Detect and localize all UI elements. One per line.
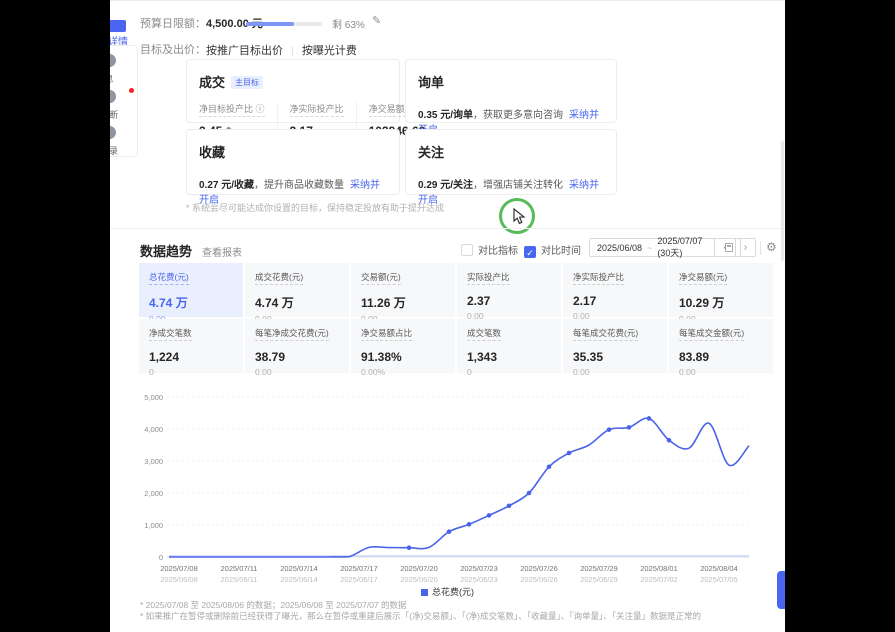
tile-net-actual-roi[interactable]: 净实际投产比2.170.00 xyxy=(563,263,667,317)
compare-time-checkbox[interactable]: ✓ xyxy=(524,246,536,258)
tile-spend-per-order[interactable]: 每笔成交花费(元)35.350.00 xyxy=(563,319,667,373)
feedback-edge-tab[interactable] xyxy=(777,571,785,609)
controls-divider xyxy=(760,241,761,255)
mouse-cursor xyxy=(513,208,526,225)
svg-text:2025/06/26: 2025/06/26 xyxy=(520,575,558,584)
trend-title: 数据趋势 xyxy=(140,241,192,260)
budget-progress-fill xyxy=(246,22,294,26)
svg-text:1,000: 1,000 xyxy=(144,521,163,530)
svg-text:2025/07/23: 2025/07/23 xyxy=(460,564,498,573)
tile-gmv[interactable]: 交易额(元)11.26 万0.00 xyxy=(351,263,455,317)
svg-text:2025/07/11: 2025/07/11 xyxy=(221,564,258,573)
svg-text:2025/06/11: 2025/06/11 xyxy=(221,575,258,584)
notification-dot xyxy=(129,88,134,93)
budget-progress-bar xyxy=(246,22,322,26)
svg-text:2025/07/29: 2025/07/29 xyxy=(580,564,618,573)
records-icon xyxy=(110,126,116,139)
tile-amount-per-order[interactable]: 每笔成交金额(元)83.890.00 xyxy=(669,319,773,373)
option-divider: | xyxy=(291,45,294,57)
card-inquiry: 询单 0.35 元/询单，获取更多意向咨询采纳并开启 xyxy=(405,59,617,123)
card-favorite: 收藏 0.27 元/收藏，提升商品收藏数量采纳并开启 xyxy=(186,129,400,195)
section-divider xyxy=(110,228,785,229)
svg-text:2025/06/08: 2025/06/08 xyxy=(160,575,198,584)
svg-text:2025/06/17: 2025/06/17 xyxy=(340,575,378,584)
compare-metric-label: 对比指标 xyxy=(478,246,518,257)
compare-metric-control: 对比指标 xyxy=(461,241,518,259)
sidebar-item-records[interactable]: 记录 xyxy=(110,126,137,159)
diagnosis-icon xyxy=(110,90,116,103)
cards-footnote: * 系统会尽可能达成你设置的目标，保持稳定投放有助于提升达成 xyxy=(186,201,444,214)
svg-text:2,000: 2,000 xyxy=(144,489,163,498)
trend-line-chart: 0 1,000 2,000 3,000 4,000 5,000 2025/07/08 2025… xyxy=(138,389,778,587)
prev-period-button[interactable]: ‹ xyxy=(715,239,735,256)
budget-remaining: 剩 63% xyxy=(332,16,365,31)
svg-text:2025/06/14: 2025/06/14 xyxy=(280,575,318,584)
svg-text:2025/07/05: 2025/07/05 xyxy=(700,575,738,584)
card-favorite-title: 收藏 xyxy=(199,142,225,161)
card-inquiry-title: 询单 xyxy=(418,72,444,91)
svg-text:3,000: 3,000 xyxy=(144,457,163,466)
svg-text:2025/06/29: 2025/06/29 xyxy=(580,575,618,584)
sidebar-item-message[interactable]: 息 xyxy=(110,54,137,87)
main-panel: 广详情 息 诊断 记录 预算日限额： 4,500.00 元 剩 63% ✎ 目 xyxy=(110,0,785,632)
svg-text:4,000: 4,000 xyxy=(144,425,163,434)
svg-text:5,000: 5,000 xyxy=(144,393,163,402)
date-end: 2025/07/07 (30天) xyxy=(657,236,713,259)
screen: 广详情 息 诊断 记录 预算日限额： 4,500.00 元 剩 63% ✎ 目 xyxy=(0,0,895,632)
budget-label: 预算日限额： xyxy=(140,15,206,31)
sidebar-active-tab[interactable] xyxy=(110,20,126,32)
info-icon[interactable]: ⓘ xyxy=(256,104,265,114)
date-start: 2025/06/08 xyxy=(597,243,642,253)
svg-text:2025/07/26: 2025/07/26 xyxy=(520,564,558,573)
svg-text:0: 0 xyxy=(159,553,163,562)
sidebar-tools: 息 诊断 记录 xyxy=(110,45,138,157)
sidebar-item-diagnosis[interactable]: 诊断 xyxy=(110,90,137,123)
compare-time-label: 对比时间 xyxy=(541,246,581,257)
tile-net-gmv-ratio[interactable]: 净交易额占比91.38%0.00% xyxy=(351,319,455,373)
primary-goal-badge: 主目标 xyxy=(231,76,263,89)
svg-text:2025/08/04: 2025/08/04 xyxy=(700,564,738,573)
tile-actual-roi[interactable]: 实际投产比2.370.00 xyxy=(457,263,561,317)
svg-text:2025/06/23: 2025/06/23 xyxy=(460,575,498,584)
bid-by-goal-option[interactable]: 按推广目标出价 xyxy=(206,45,283,57)
svg-text:2025/07/02: 2025/07/02 xyxy=(640,575,678,584)
legend-label: 总花费(元) xyxy=(432,587,474,597)
message-icon xyxy=(110,54,116,67)
svg-text:2025/07/14: 2025/07/14 xyxy=(280,564,318,573)
date-pager: ‹ › xyxy=(714,238,756,257)
tile-net-orders[interactable]: 净成交笔数1,2240 xyxy=(139,319,243,373)
card-follow: 关注 0.29 元/关注，增强店铺关注转化采纳并开启 xyxy=(405,129,617,195)
svg-text:2025/07/17: 2025/07/17 xyxy=(340,564,378,573)
tile-net-gmv[interactable]: 净交易额(元)10.29 万0.00 xyxy=(669,263,773,317)
tile-orders[interactable]: 成交笔数1,3430 xyxy=(457,319,561,373)
svg-text:2025/08/01: 2025/08/01 xyxy=(640,564,678,573)
goal-bid-label: 目标及出价： xyxy=(140,41,206,57)
legend-marker xyxy=(421,589,428,596)
edit-budget-icon[interactable]: ✎ xyxy=(372,14,381,27)
goal-bid-options: 按推广目标出价 | 按曝光计费 xyxy=(206,41,357,59)
card-deal: 成交主目标 净目标投产比 ⓘ 2.45 ✎ 净实际投产比 2.17 净交易额(元… xyxy=(186,59,400,123)
tile-deal-spend[interactable]: 成交花费(元)4.74 万0.00 xyxy=(245,263,349,317)
scrollbar-thumb[interactable] xyxy=(781,141,784,261)
compare-time-control: ✓ 对比时间 xyxy=(524,241,581,259)
settings-gear-icon[interactable]: ⚙ xyxy=(766,240,777,254)
tile-total-spend[interactable]: 总花费(元)4.74 万0.00 xyxy=(139,263,243,317)
chart-legend[interactable]: 总花费(元) xyxy=(110,585,785,598)
svg-text:2025/06/20: 2025/06/20 xyxy=(400,575,438,584)
chart-footnote-2: * 如果推广在暂停或删除前已经获得了曝光，那么在暂停或重建后展示「(净)交易额」… xyxy=(140,610,701,622)
view-report-link[interactable]: 查看报表 xyxy=(202,244,242,259)
metric-tiles: 总花费(元)4.74 万0.00 成交花费(元)4.74 万0.00 交易额(元… xyxy=(139,263,777,373)
next-period-button[interactable]: › xyxy=(735,239,755,256)
svg-text:2025/07/08: 2025/07/08 xyxy=(160,564,198,573)
compare-metric-checkbox[interactable] xyxy=(461,244,473,256)
svg-text:2025/07/20: 2025/07/20 xyxy=(400,564,438,573)
card-deal-title: 成交 xyxy=(199,72,225,91)
date-separator: ~ xyxy=(647,243,652,253)
tile-spend-per-net-order[interactable]: 每笔净成交花费(元)38.790.00 xyxy=(245,319,349,373)
bid-by-exposure-option[interactable]: 按曝光计费 xyxy=(302,45,357,57)
card-follow-title: 关注 xyxy=(418,142,444,161)
